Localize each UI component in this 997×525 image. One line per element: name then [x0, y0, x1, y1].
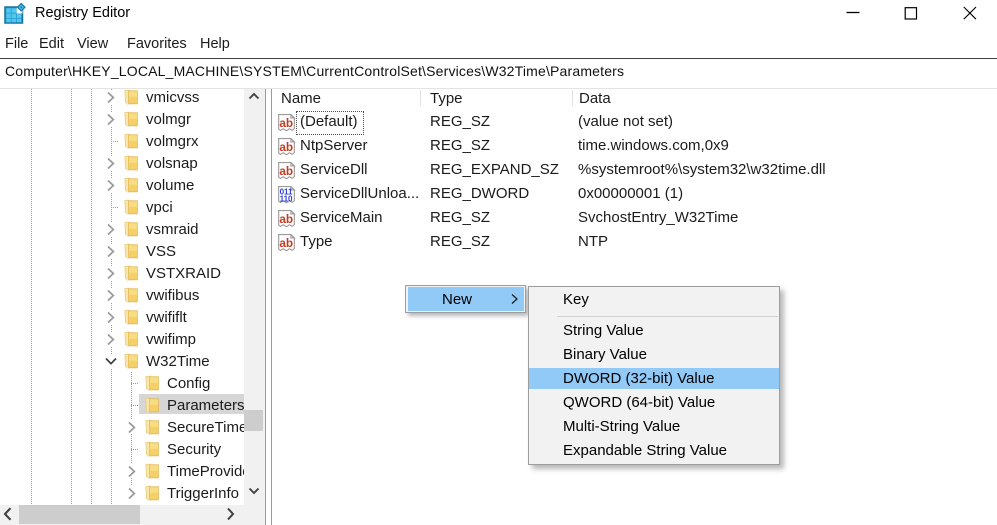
svg-text:ab: ab — [279, 141, 293, 154]
svg-text:ab: ab — [279, 117, 293, 130]
svg-text:ab: ab — [279, 213, 293, 226]
svg-text:ab: ab — [279, 237, 293, 250]
svg-text:ab: ab — [279, 165, 293, 178]
svg-text:110: 110 — [280, 194, 293, 203]
